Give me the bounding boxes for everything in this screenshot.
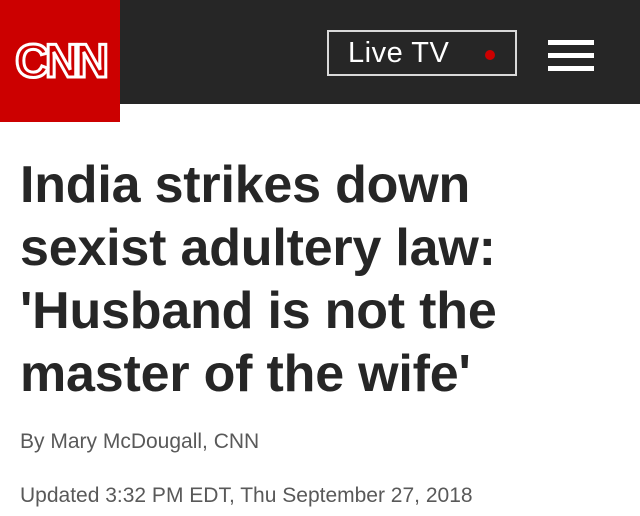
- menu-bar-top: [548, 40, 594, 45]
- article-headline: India strikes down sexist adultery law: …: [20, 156, 497, 403]
- article-page: CNN Live TV India strikes down sexist ad…: [0, 0, 640, 516]
- menu-bar-bottom: [548, 66, 594, 71]
- live-tv-button[interactable]: Live TV: [327, 30, 517, 76]
- article-byline: By Mary McDougall, CNN: [20, 430, 260, 453]
- menu-bar-middle: [548, 53, 594, 58]
- cnn-logo-text: CNN: [15, 38, 106, 84]
- live-indicator-icon: [485, 50, 495, 60]
- article-timestamp: Updated 3:32 PM EDT, Thu September 27, 2…: [20, 484, 473, 507]
- cnn-logo[interactable]: CNN: [0, 0, 120, 122]
- site-header: CNN Live TV: [0, 0, 640, 122]
- hamburger-menu-icon[interactable]: [548, 40, 594, 72]
- live-tv-label: Live TV: [348, 36, 450, 69]
- cnn-logo-mark: CNN: [14, 38, 108, 84]
